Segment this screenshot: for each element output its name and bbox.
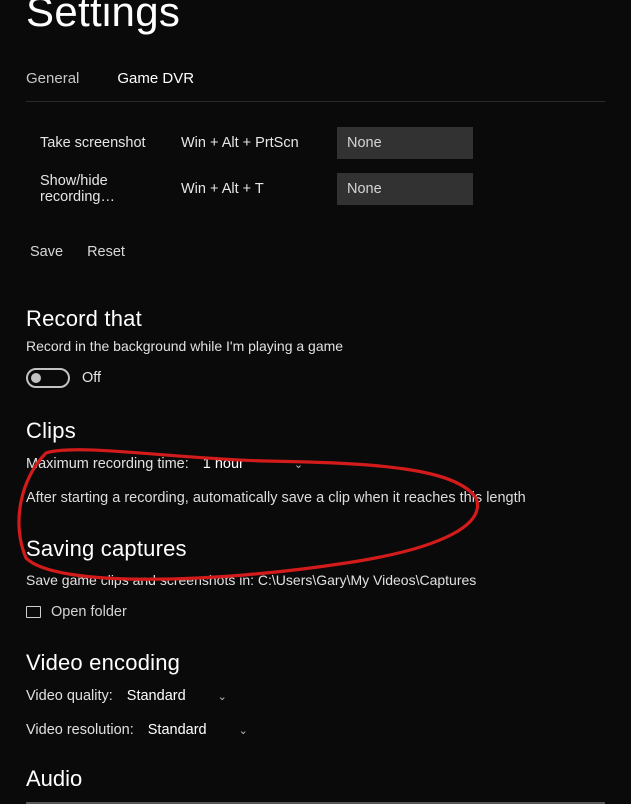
chevron-down-icon[interactable]: ⌄ xyxy=(239,724,248,737)
shortcut-label: Take screenshot xyxy=(26,135,181,151)
clips-heading: Clips xyxy=(26,418,605,444)
max-time-dropdown[interactable]: 1 hour xyxy=(203,456,244,472)
clips-note: After starting a recording, automaticall… xyxy=(26,490,605,506)
shortcut-key: Win + Alt + PrtScn xyxy=(181,135,337,151)
video-quality: Video quality: Standard ⌄ xyxy=(26,688,605,704)
shortcut-override-input[interactable]: None xyxy=(337,173,473,205)
video-quality-dropdown[interactable]: Standard xyxy=(127,688,186,704)
shortcut-actions: Save Reset xyxy=(26,244,605,260)
open-folder-link[interactable]: Open folder xyxy=(26,604,605,620)
video-resolution-label: Video resolution: xyxy=(26,722,134,738)
captures-heading: Saving captures xyxy=(26,536,605,562)
shortcut-override-input[interactable]: None xyxy=(337,127,473,159)
reset-button[interactable]: Reset xyxy=(83,244,125,260)
max-recording-time: Maximum recording time: 1 hour ⌄ xyxy=(26,456,605,472)
shortcut-row-recording: Show/hide recording… Win + Alt + T None xyxy=(26,166,605,212)
page-title: Settings xyxy=(26,0,605,36)
background-record-toggle[interactable] xyxy=(26,368,70,388)
toggle-state-label: Off xyxy=(82,370,101,386)
chevron-down-icon[interactable]: ⌄ xyxy=(218,690,227,703)
tab-divider xyxy=(26,101,605,102)
max-time-label: Maximum recording time: xyxy=(26,456,189,472)
open-folder-label: Open folder xyxy=(51,604,127,620)
tab-general[interactable]: General xyxy=(26,70,79,97)
record-description: Record in the background while I'm playi… xyxy=(26,338,605,354)
record-heading: Record that xyxy=(26,306,605,332)
video-quality-label: Video quality: xyxy=(26,688,113,704)
save-button[interactable]: Save xyxy=(26,244,63,260)
video-resolution: Video resolution: Standard ⌄ xyxy=(26,722,605,738)
shortcut-row-screenshot: Take screenshot Win + Alt + PrtScn None xyxy=(26,120,605,166)
audio-heading: Audio xyxy=(26,766,605,792)
tab-bar: General Game DVR xyxy=(26,70,605,97)
video-resolution-dropdown[interactable]: Standard xyxy=(148,722,207,738)
video-encoding-heading: Video encoding xyxy=(26,650,605,676)
chevron-down-icon[interactable]: ⌄ xyxy=(294,458,303,471)
shortcuts-table: Take screenshot Win + Alt + PrtScn None … xyxy=(26,120,605,212)
shortcut-label: Show/hide recording… xyxy=(26,173,181,205)
tab-game-dvr[interactable]: Game DVR xyxy=(117,70,194,97)
folder-icon xyxy=(26,606,41,618)
captures-path: Save game clips and screenshots in: C:\U… xyxy=(26,572,605,588)
shortcut-key: Win + Alt + T xyxy=(181,181,337,197)
